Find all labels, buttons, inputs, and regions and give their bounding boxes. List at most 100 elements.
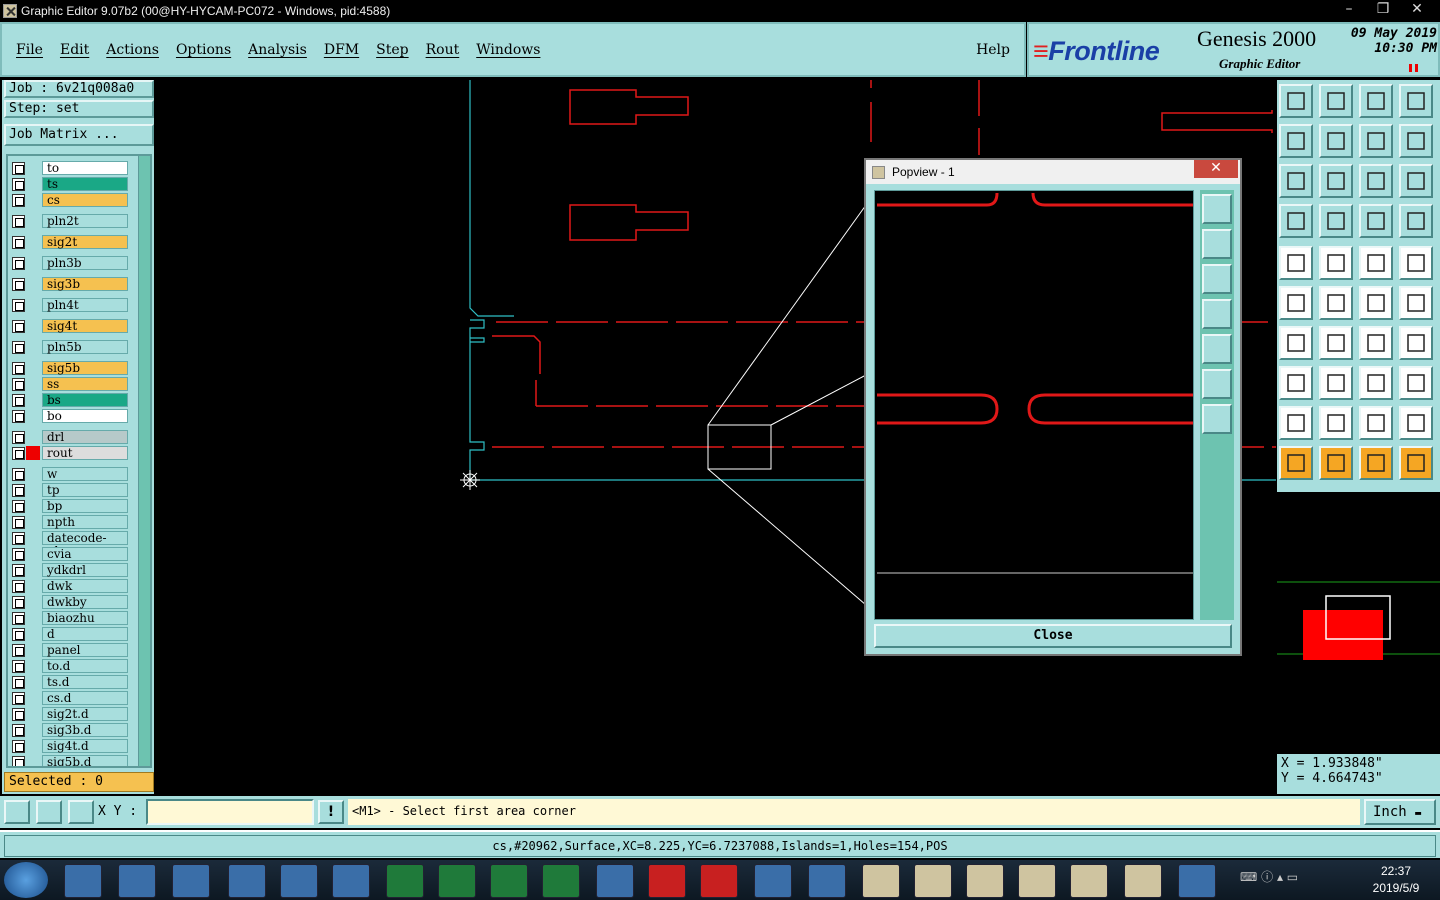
center-icon[interactable]: [1319, 164, 1353, 198]
pad-icon[interactable]: [1279, 246, 1313, 280]
layer-name[interactable]: bp: [42, 499, 128, 513]
save-icon[interactable]: [228, 864, 266, 898]
menu-windows[interactable]: Windows: [476, 42, 540, 58]
layer-checkbox[interactable]: [12, 628, 25, 641]
layer-row[interactable]: ts.d: [10, 675, 128, 689]
pdf-icon-1[interactable]: [648, 864, 686, 898]
home-icon[interactable]: [1359, 84, 1393, 118]
layer-checkbox[interactable]: [12, 500, 25, 513]
layer-name[interactable]: sig3b.d: [42, 723, 128, 737]
start-button[interactable]: [4, 862, 48, 898]
layer-row[interactable]: w: [10, 467, 128, 481]
mirror-icon[interactable]: [1399, 326, 1433, 360]
scale-icon[interactable]: [1359, 164, 1393, 198]
layer-row[interactable]: ts: [10, 177, 128, 191]
triangle4-icon[interactable]: [1399, 406, 1433, 440]
layer-checkbox[interactable]: [12, 394, 25, 407]
layer-row[interactable]: sig3b: [10, 277, 128, 291]
layer-name[interactable]: to: [42, 161, 128, 175]
layer-row[interactable]: drl: [10, 430, 128, 444]
layer-checkbox[interactable]: [12, 596, 25, 609]
layer-checkbox[interactable]: [12, 162, 25, 175]
layer-checkbox[interactable]: [12, 484, 25, 497]
layer-name[interactable]: d: [42, 627, 128, 641]
layer-name[interactable]: ss: [42, 377, 128, 391]
popview-close-icon[interactable]: ✕: [1194, 160, 1238, 178]
layer-name[interactable]: sig5b.d: [42, 755, 128, 766]
cross-icon[interactable]: [1319, 286, 1353, 320]
frontline-icon[interactable]: [596, 864, 634, 898]
layer-row[interactable]: pln4t: [10, 298, 128, 312]
layer-checkbox[interactable]: [12, 612, 25, 625]
select2-icon[interactable]: [1319, 446, 1353, 480]
layer-toggle2-icon[interactable]: [1399, 204, 1433, 238]
explorer-icon[interactable]: [118, 864, 156, 898]
layer-name[interactable]: dwkby: [42, 595, 128, 609]
menu-step[interactable]: Step: [376, 42, 408, 58]
group-icon[interactable]: [1399, 366, 1433, 400]
excel-icon-1[interactable]: [386, 864, 424, 898]
layer-row[interactable]: cs: [10, 193, 128, 207]
genesis-win-1[interactable]: [862, 864, 900, 898]
layer-checkbox[interactable]: [12, 431, 25, 444]
popview-window[interactable]: Popview - 1 ✕ Close: [864, 158, 1242, 656]
layer-checkbox[interactable]: [12, 532, 25, 545]
layer-name[interactable]: cvia: [42, 547, 128, 561]
layer-row[interactable]: bp: [10, 499, 128, 513]
layer-checkbox[interactable]: [12, 644, 25, 657]
select4-icon[interactable]: [1399, 446, 1433, 480]
layer-row[interactable]: npth: [10, 515, 128, 529]
layer-name[interactable]: cs.d: [42, 691, 128, 705]
layer-name[interactable]: rout: [42, 446, 128, 460]
layer-name[interactable]: to.d: [42, 659, 128, 673]
browser-icon[interactable]: [172, 864, 210, 898]
popview-canvas[interactable]: [874, 190, 1194, 620]
layer-name[interactable]: sig5b: [42, 361, 128, 375]
ruler-icon[interactable]: [1359, 246, 1393, 280]
layer-name[interactable]: biaozhu: [42, 611, 128, 625]
layer-name[interactable]: datecode-pbo: [42, 531, 128, 558]
menu-help[interactable]: Help: [976, 42, 1010, 58]
popview-title-bar[interactable]: Popview - 1: [866, 160, 1240, 184]
layer-name[interactable]: drl: [42, 430, 128, 444]
tray-icons[interactable]: ⌨ ⓘ ▴ ▭: [1240, 868, 1320, 892]
layer-row[interactable]: dwkby: [10, 595, 128, 609]
pv-right-icon[interactable]: [1202, 334, 1232, 364]
layer-row[interactable]: to.d: [10, 659, 128, 673]
layer-row[interactable]: rout: [10, 446, 128, 460]
layer-checkbox[interactable]: [12, 257, 25, 270]
layer-row[interactable]: cvia: [10, 547, 128, 561]
dot-icon[interactable]: [1399, 246, 1433, 280]
measure-icon[interactable]: [36, 800, 62, 824]
layer-checkbox[interactable]: [12, 468, 25, 481]
split-icon[interactable]: [1319, 366, 1353, 400]
excel-icon-3[interactable]: [490, 864, 528, 898]
select-icon[interactable]: [1279, 446, 1313, 480]
menu-dfm[interactable]: DFM: [324, 42, 359, 58]
triangle-icon[interactable]: [1279, 406, 1313, 440]
genesis-win-4[interactable]: [1018, 864, 1056, 898]
genesis-win-6[interactable]: [1124, 864, 1162, 898]
pause-icon[interactable]: [1409, 64, 1418, 72]
layer-checkbox[interactable]: [12, 580, 25, 593]
layer-row[interactable]: tp: [10, 483, 128, 497]
layer-checkbox[interactable]: [12, 564, 25, 577]
alert-icon[interactable]: !: [318, 800, 344, 824]
scale-feat-icon[interactable]: [1279, 366, 1313, 400]
excel-icon-2[interactable]: [438, 864, 476, 898]
layer-checkbox[interactable]: [12, 299, 25, 312]
layer-row[interactable]: sig5b.d: [10, 755, 128, 766]
snap-icon[interactable]: [1279, 204, 1313, 238]
layer-row[interactable]: ydkdrl: [10, 563, 128, 577]
taskbar-clock[interactable]: 22:37 2019/5/9: [1356, 863, 1436, 897]
pv-down-icon[interactable]: [1202, 264, 1232, 294]
layer-row[interactable]: dwk: [10, 579, 128, 593]
pan-left-icon[interactable]: [1279, 124, 1313, 158]
layer-name[interactable]: pln2t: [42, 214, 128, 228]
overview-map[interactable]: [1277, 492, 1440, 754]
word-icon[interactable]: [754, 864, 792, 898]
minimize-button[interactable]: –: [1332, 0, 1366, 20]
app-icon-2[interactable]: [332, 864, 370, 898]
layer-checkbox[interactable]: [12, 341, 25, 354]
layer-checkbox[interactable]: [12, 708, 25, 721]
